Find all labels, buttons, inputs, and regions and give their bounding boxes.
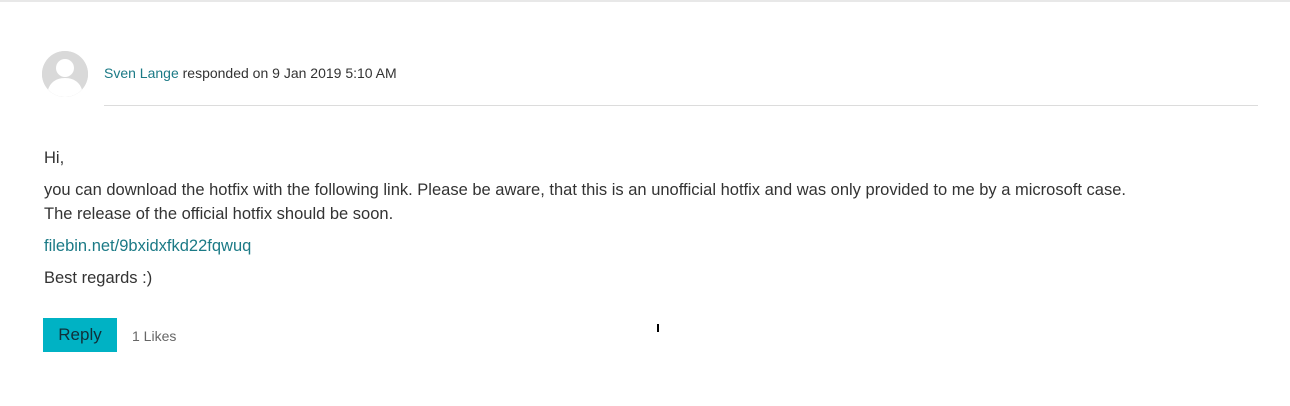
- reply-button[interactable]: Reply: [43, 318, 117, 352]
- post-meta: Sven Lange responded on 9 Jan 2019 5:10 …: [104, 64, 397, 82]
- text-cursor: [657, 324, 659, 332]
- top-divider: [0, 0, 1290, 2]
- post-link-paragraph: filebin.net/9bxidxfkd22fqwuq: [44, 234, 1254, 258]
- post-greeting: Hi,: [44, 149, 65, 167]
- author-link[interactable]: Sven Lange: [104, 65, 179, 81]
- user-icon: [42, 51, 88, 97]
- post-paragraph: you can download the hotfix with the fol…: [44, 178, 1254, 226]
- post-closing: Best regards :): [44, 269, 153, 287]
- post-paragraph-line2: The release of the official hotfix shoul…: [44, 205, 394, 223]
- avatar[interactable]: [42, 51, 88, 97]
- hotfix-download-link[interactable]: filebin.net/9bxidxfkd22fqwuq: [44, 237, 251, 255]
- post-timestamp: responded on 9 Jan 2019 5:10 AM: [178, 65, 397, 81]
- post-body: Hi, you can download the hotfix with the…: [44, 146, 1254, 290]
- header-divider: [104, 105, 1258, 106]
- likes-count[interactable]: 1 Likes: [132, 327, 176, 345]
- post-paragraph-line1: you can download the hotfix with the fol…: [44, 181, 1126, 199]
